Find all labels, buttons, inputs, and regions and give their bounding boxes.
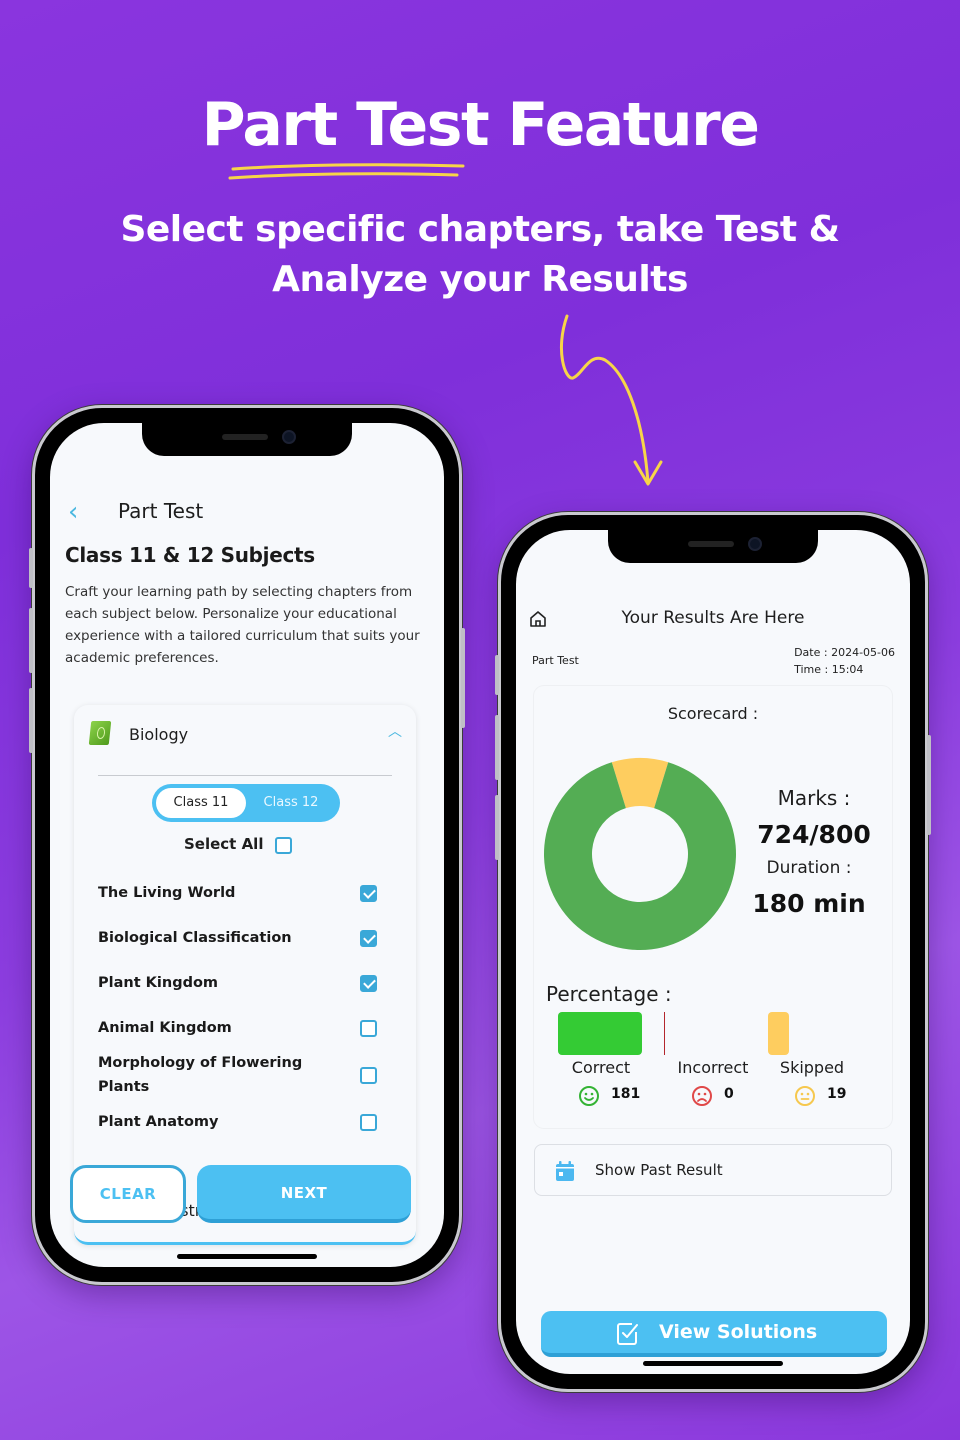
camera-icon — [282, 430, 296, 444]
marks-label: Marks : — [777, 786, 851, 810]
divider — [98, 775, 392, 776]
subheadline: Select specific chapters, take Test & An… — [120, 209, 840, 300]
subject-name: Biology — [129, 725, 189, 744]
show-past-result-button[interactable]: Show Past Result — [534, 1144, 892, 1196]
headline-underline-decoration — [228, 163, 465, 180]
toggle-class-12[interactable]: Class 12 — [246, 788, 336, 818]
neutral-face-icon — [795, 1086, 815, 1106]
selection-screen: ‹ Part Test Class 11 & 12 Subjects Craft… — [50, 423, 444, 1267]
smile-icon — [579, 1086, 599, 1106]
speaker-grille — [222, 434, 268, 440]
phone-volume-down-button — [29, 688, 33, 753]
show-past-result-label: Show Past Result — [595, 1161, 723, 1179]
screen-title: Part Test — [118, 499, 204, 523]
chapter-checkbox[interactable] — [360, 975, 377, 992]
book-icon — [88, 721, 112, 745]
time-label: Time : 15:04 — [794, 663, 864, 676]
count-correct: 181 — [611, 1086, 641, 1102]
category-label-skipped: Skipped — [779, 1058, 845, 1077]
chevron-left-icon[interactable]: ‹ — [68, 497, 78, 527]
chevron-up-icon[interactable]: ︿ — [388, 721, 402, 741]
score-donut-chart — [544, 758, 736, 950]
chapter-checkbox[interactable] — [360, 1020, 377, 1037]
bar-correct — [558, 1012, 642, 1055]
phone-side-button — [495, 655, 499, 695]
date-time: Date : 2024-05-06 Time : 15:04 — [794, 644, 895, 678]
phone-power-button — [927, 735, 931, 835]
test-type-label: Part Test — [532, 654, 579, 667]
bar-skipped — [768, 1012, 789, 1055]
headline: Part Test Feature — [201, 90, 760, 160]
select-all-checkbox[interactable] — [275, 837, 292, 854]
frown-icon — [692, 1086, 712, 1106]
chapter-item: The Living World — [98, 885, 236, 901]
screen-title: Your Results Are Here — [621, 608, 805, 628]
chapter-item: Biological Classification — [98, 930, 292, 946]
phone-volume-up-button — [29, 608, 33, 673]
next-button[interactable]: NEXT — [197, 1165, 411, 1223]
phone-frame-results: Your Results Are Here Part Test Date : 2… — [495, 512, 931, 1392]
marks-value: 724/800 — [757, 820, 871, 849]
bar-incorrect — [664, 1012, 665, 1055]
chapter-item: Plant Anatomy — [98, 1114, 219, 1130]
camera-icon — [748, 537, 762, 551]
class-toggle: Class 11 Class 12 — [152, 784, 340, 822]
chapter-item: Animal Kingdom — [98, 1020, 232, 1036]
chapter-item: Morphology of Flowering Plants — [98, 1055, 303, 1095]
chapter-checkbox[interactable] — [360, 885, 377, 902]
phone-power-button — [461, 628, 465, 728]
home-indicator — [643, 1361, 783, 1366]
results-screen: Your Results Are Here Part Test Date : 2… — [516, 530, 910, 1374]
phone-notch — [142, 420, 352, 456]
subject-card-biology: Biology ︿ Class 11 Class 12 Select All T… — [74, 705, 416, 1245]
toggle-class-11[interactable]: Class 11 — [156, 788, 246, 818]
percentage-label: Percentage : — [546, 982, 672, 1006]
percentage-bar-chart — [544, 1012, 884, 1055]
squiggle-arrow-icon — [559, 314, 663, 486]
count-skipped: 19 — [827, 1086, 847, 1102]
chapter-checkbox[interactable] — [360, 1067, 377, 1084]
phone-side-button — [29, 548, 33, 588]
speaker-grille — [688, 541, 734, 547]
screen-header: ‹ Part Test — [50, 493, 444, 533]
calendar-icon — [556, 1161, 574, 1181]
duration-label: Duration : — [766, 858, 852, 878]
count-incorrect: 0 — [724, 1086, 734, 1102]
scorecard-card: Scorecard : Marks : 724/800 Duration : 1… — [534, 686, 892, 1128]
select-all-label: Select All — [184, 835, 264, 853]
section-description: Craft your learning path by selecting ch… — [65, 584, 420, 666]
chapter-checkbox[interactable] — [360, 930, 377, 947]
section-title: Class 11 & 12 Subjects — [65, 543, 315, 567]
phone-volume-up-button — [495, 715, 499, 780]
duration-value: 180 min — [752, 889, 866, 918]
view-solutions-button[interactable]: View Solutions — [541, 1311, 887, 1357]
category-label-correct: Correct — [571, 1058, 631, 1077]
chapter-checkbox[interactable] — [360, 1114, 377, 1131]
subject-accordion-header[interactable]: Biology ︿ — [74, 705, 416, 763]
chapter-item: Plant Kingdom — [98, 975, 219, 991]
clear-button[interactable]: CLEAR — [70, 1165, 186, 1223]
checkbox-checked-icon — [617, 1323, 638, 1345]
view-solutions-label: View Solutions — [659, 1321, 818, 1343]
date-label: Date : 2024-05-06 — [794, 646, 895, 659]
phone-volume-down-button — [495, 795, 499, 860]
category-label-incorrect: Incorrect — [677, 1058, 749, 1077]
phone-notch — [608, 527, 818, 563]
scorecard-title: Scorecard : — [667, 704, 759, 723]
home-indicator — [177, 1254, 317, 1259]
phone-frame-selection: ‹ Part Test Class 11 & 12 Subjects Craft… — [29, 405, 465, 1285]
